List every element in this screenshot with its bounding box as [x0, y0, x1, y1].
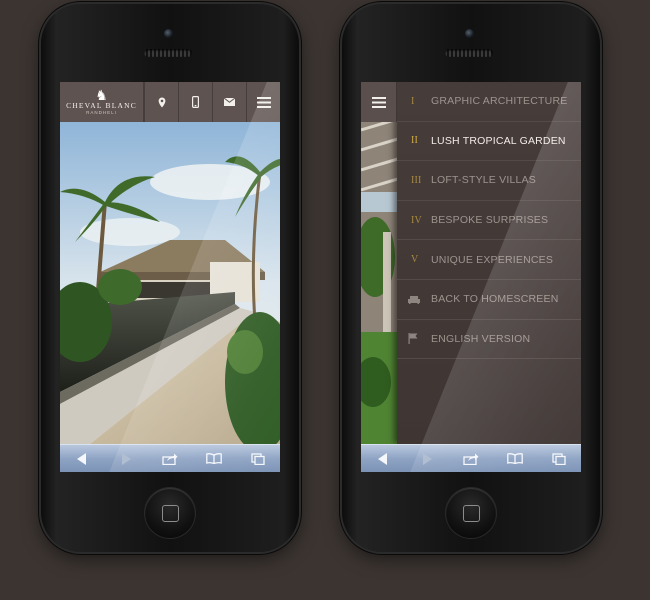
front-camera: [164, 29, 173, 38]
phone-right: I GRAPHIC ARCHITECTURE II LUSH TROPICAL …: [342, 4, 600, 552]
bookmarks-button[interactable]: [199, 448, 229, 470]
browser-toolbar: [361, 444, 581, 472]
call-button[interactable]: [178, 82, 212, 122]
menu-item-number: IV: [411, 214, 422, 226]
logo-name: CHEVAL BLANC: [66, 100, 137, 110]
email-button[interactable]: [212, 82, 246, 122]
menu-item-label: LUSH TROPICAL GARDEN: [431, 134, 566, 147]
close-menu-button[interactable]: [361, 82, 397, 122]
menu-item-bespoke-surprises[interactable]: IV BESPOKE SURPRISES: [397, 201, 581, 241]
menu-item-label: BESPOKE SURPRISES: [431, 214, 549, 227]
menu-item-loft-style-villas[interactable]: III LOFT-STYLE VILLAS: [397, 161, 581, 201]
forward-arrow-icon: [423, 452, 432, 465]
logo-subtitle: RANDHELI: [86, 109, 117, 115]
menu-item-label: ENGLISH VERSION: [431, 332, 531, 345]
earpiece-speaker: [144, 49, 192, 57]
menu-item-back-to-homescreen[interactable]: BACK TO HOMESCREEN: [397, 280, 581, 320]
share-icon: [162, 453, 178, 465]
tabs-icon: [552, 452, 566, 465]
site-header: ♞ CHEVAL BLANC RANDHELI: [60, 82, 280, 122]
site-logo[interactable]: ♞ CHEVAL BLANC RANDHELI: [60, 82, 144, 122]
menu-item-english-version[interactable]: ENGLISH VERSION: [397, 320, 581, 360]
hamburger-menu-icon: [371, 96, 386, 108]
front-camera: [465, 29, 474, 38]
screen-right: I GRAPHIC ARCHITECTURE II LUSH TROPICAL …: [361, 82, 581, 472]
menu-button[interactable]: [246, 82, 280, 122]
tabs-icon: [251, 452, 265, 465]
browser-toolbar: [60, 444, 280, 472]
share-button[interactable]: [456, 448, 486, 470]
forward-arrow-icon: [122, 452, 131, 465]
share-icon: [463, 453, 479, 465]
menu-item-unique-experiences[interactable]: V UNIQUE EXPERIENCES: [397, 240, 581, 280]
location-pin-icon: [158, 97, 165, 107]
hero-photo-villa: [60, 122, 280, 444]
home-button[interactable]: [145, 488, 195, 538]
screen-left: ♞ CHEVAL BLANC RANDHELI: [60, 82, 280, 472]
villa-pool-illustration: [60, 122, 280, 444]
hamburger-menu-icon: [256, 96, 271, 108]
sofa-icon: [408, 295, 420, 304]
back-arrow-icon: [378, 452, 387, 465]
mail-icon: [224, 98, 235, 106]
earpiece-speaker: [445, 49, 493, 57]
menu-item-label: UNIQUE EXPERIENCES: [431, 253, 554, 266]
horse-logo-icon: ♞: [95, 86, 108, 103]
back-button[interactable]: [67, 448, 97, 470]
menu-item-label: GRAPHIC ARCHITECTURE: [431, 95, 568, 108]
garden-photo-strip: [361, 82, 401, 444]
location-button[interactable]: [144, 82, 178, 122]
tabs-button[interactable]: [544, 448, 574, 470]
navigation-menu: I GRAPHIC ARCHITECTURE II LUSH TROPICAL …: [397, 82, 581, 444]
menu-item-label: LOFT-STYLE VILLAS: [431, 174, 536, 187]
home-button[interactable]: [446, 488, 496, 538]
menu-item-graphic-architecture[interactable]: I GRAPHIC ARCHITECTURE: [397, 82, 581, 122]
flag-icon: [408, 333, 418, 345]
menu-item-number: V: [411, 254, 419, 266]
share-button[interactable]: [155, 448, 185, 470]
menu-item-number: III: [411, 174, 422, 186]
bookmarks-button[interactable]: [500, 448, 530, 470]
menu-item-number: I: [411, 95, 415, 107]
phone-left: ♞ CHEVAL BLANC RANDHELI: [41, 4, 299, 552]
menu-item-number: II: [411, 135, 419, 147]
tabs-button[interactable]: [243, 448, 273, 470]
phone-icon: [192, 96, 199, 108]
back-button[interactable]: [368, 448, 398, 470]
hero-photo-peek: [361, 82, 401, 444]
forward-button[interactable]: [412, 448, 442, 470]
menu-item-label: BACK TO HOMESCREEN: [431, 293, 559, 306]
forward-button[interactable]: [111, 448, 141, 470]
menu-item-lush-tropical-garden[interactable]: II LUSH TROPICAL GARDEN: [397, 122, 581, 162]
back-arrow-icon: [77, 452, 86, 465]
bookmarks-icon: [206, 453, 222, 464]
bookmarks-icon: [507, 453, 523, 464]
